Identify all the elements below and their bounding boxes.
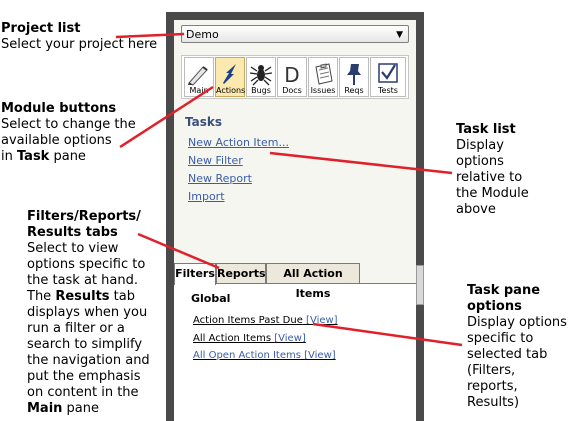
callout-text: reports,	[467, 379, 518, 394]
module-label: Actions	[216, 86, 246, 95]
tab-reports[interactable]: Reports	[216, 263, 266, 283]
callout-filters-tabs: Filters/Reports/ Results tabs Select to …	[27, 209, 150, 417]
callout-text: Select to view	[27, 241, 119, 256]
callout-text: Select your project here	[1, 37, 158, 52]
callout-text: The	[27, 289, 56, 304]
callout-text: run a filter or a	[27, 321, 125, 336]
view-link[interactable]: [View]	[306, 315, 338, 326]
callout-text: specific to	[467, 331, 534, 346]
module-button-tests[interactable]: Tests	[370, 57, 406, 97]
svg-text:D: D	[284, 63, 299, 87]
callout-bold: Task	[16, 149, 50, 164]
callout-task-list: Task list Display options relative to th…	[456, 122, 529, 218]
module-button-docs[interactable]: D Docs	[277, 57, 307, 97]
callout-text: Display	[456, 138, 504, 153]
callout-title: Filters/Reports/	[27, 209, 141, 224]
callout-bold: Main	[27, 401, 63, 416]
module-label: Docs	[282, 86, 302, 95]
callout-text: on content in the	[27, 385, 139, 400]
callout-text: put the emphasis	[27, 369, 141, 384]
callout-title: Project list	[1, 21, 81, 36]
list-item: All Open Action Items [View]	[193, 350, 336, 361]
callout-bold: Results	[55, 289, 110, 304]
list-item: Action Items Past Due [View]	[193, 315, 338, 326]
callout-text: the Module	[456, 186, 529, 201]
project-select[interactable]: Demo ▼	[181, 25, 409, 43]
view-link[interactable]: [View]	[274, 333, 306, 344]
new-action-item-link[interactable]: New Action Item...	[188, 136, 289, 149]
module-label: Bugs	[251, 86, 271, 95]
chevron-down-icon: ▼	[396, 30, 403, 40]
list-item: All Action Items [View]	[193, 333, 306, 344]
callout-task-pane: Task pane options Display options specif…	[467, 283, 567, 411]
callout-text: tab	[109, 289, 135, 304]
callout-text: Results)	[467, 395, 520, 410]
callout-text: options	[456, 154, 504, 169]
project-select-value: Demo	[186, 28, 219, 41]
checkbox-icon	[371, 61, 405, 87]
callout-text: in	[1, 149, 17, 164]
callout-text: displays when you	[27, 305, 148, 320]
module-label: Tests	[378, 86, 398, 95]
callout-text: (Filters,	[467, 363, 516, 378]
callout-title: Task list	[456, 122, 516, 137]
callout-title: Module buttons	[1, 101, 117, 116]
callout-title: Task pane	[467, 283, 541, 298]
module-label: Main	[189, 86, 209, 95]
import-link[interactable]: Import	[188, 190, 225, 203]
callout-text: pane	[62, 401, 100, 416]
tasks-heading: Tasks	[185, 115, 223, 129]
all-action-items-link[interactable]: All Action Items	[193, 333, 271, 344]
module-button-issues[interactable]: Issues	[308, 57, 338, 97]
callout-title: options	[467, 299, 522, 314]
letter-d-icon: D	[278, 61, 306, 87]
callout-text: selected tab	[467, 347, 548, 362]
spider-icon	[247, 61, 275, 87]
callout-text: options specific to	[27, 257, 146, 272]
callout-module-buttons: Module buttons Select to change the avai…	[1, 101, 136, 165]
new-filter-link[interactable]: New Filter	[188, 154, 243, 167]
module-button-bar: Main Actions Bugs D Docs Issues Reqs Tes…	[181, 55, 409, 99]
callout-text: above	[456, 202, 496, 217]
view-link[interactable]: [View]	[304, 350, 336, 361]
pushpin-icon	[340, 61, 368, 87]
module-button-bugs[interactable]: Bugs	[246, 57, 276, 97]
pane-group-label: Global	[191, 292, 231, 305]
action-items-past-due-link[interactable]: Action Items Past Due	[193, 315, 303, 326]
panel-scrollbar[interactable]	[416, 265, 424, 305]
callout-text: Select to change the	[1, 117, 136, 132]
all-open-action-items-link[interactable]: All Open Action Items	[193, 350, 301, 361]
module-button-main[interactable]: Main	[184, 57, 214, 97]
callout-project-list: Project list Select your project here	[1, 21, 157, 53]
callout-text: the task at hand.	[27, 273, 138, 288]
module-label: Reqs	[344, 86, 364, 95]
tab-all-action-items[interactable]: All Action Items	[266, 263, 360, 300]
callout-text: available options	[1, 133, 112, 148]
module-button-reqs[interactable]: Reqs	[339, 57, 369, 97]
module-button-actions[interactable]: Actions	[215, 57, 245, 97]
module-label: Issues	[310, 86, 336, 95]
new-report-link[interactable]: New Report	[188, 172, 252, 185]
callout-text: the navigation and	[27, 353, 150, 368]
callout-text: relative to	[456, 170, 523, 185]
pen-icon	[185, 61, 213, 87]
tab-filters[interactable]: Filters	[174, 263, 216, 285]
callout-text: pane	[49, 149, 86, 164]
callout-text: Display options	[467, 315, 567, 330]
lightning-icon	[216, 61, 244, 87]
callout-title: Results tabs	[27, 225, 118, 240]
callout-text: search to simplify	[27, 337, 143, 352]
clipboard-icon	[309, 61, 337, 87]
